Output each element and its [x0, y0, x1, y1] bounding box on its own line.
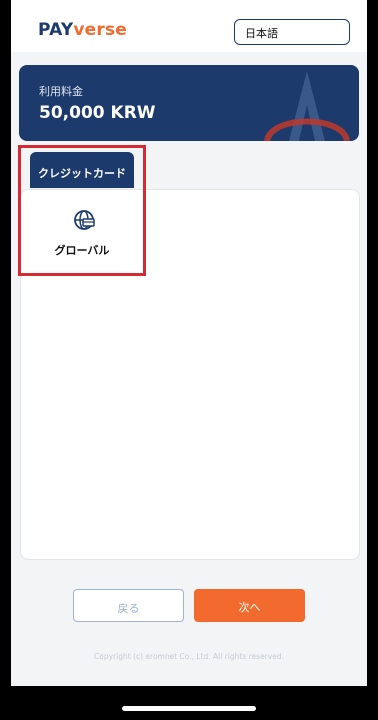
next-button[interactable]: 次へ — [194, 589, 305, 622]
footer-copyright: Copyright (c) eromnet Co., Ltd. All righ… — [94, 652, 284, 661]
payverse-logo: PAYverse — [38, 20, 127, 40]
payment-screen: PAYverse 日本語 利用料金 50,000 KRW クレジットカード グロ… — [11, 0, 367, 686]
home-indicator[interactable] — [122, 706, 256, 711]
amount-label: 利用料金 — [39, 85, 83, 98]
back-button[interactable]: 戻る — [73, 589, 184, 622]
amount-card: 利用料金 50,000 KRW — [19, 65, 359, 141]
logo-prefix: PAY — [38, 20, 74, 40]
logo-suffix: verse — [73, 20, 127, 40]
brand-watermark-icon — [264, 71, 350, 141]
amount-value: 50,000 KRW — [39, 103, 156, 123]
language-select[interactable]: 日本語 — [234, 19, 350, 45]
header: PAYverse 日本語 — [11, 0, 367, 52]
highlight-annotation — [18, 145, 146, 276]
